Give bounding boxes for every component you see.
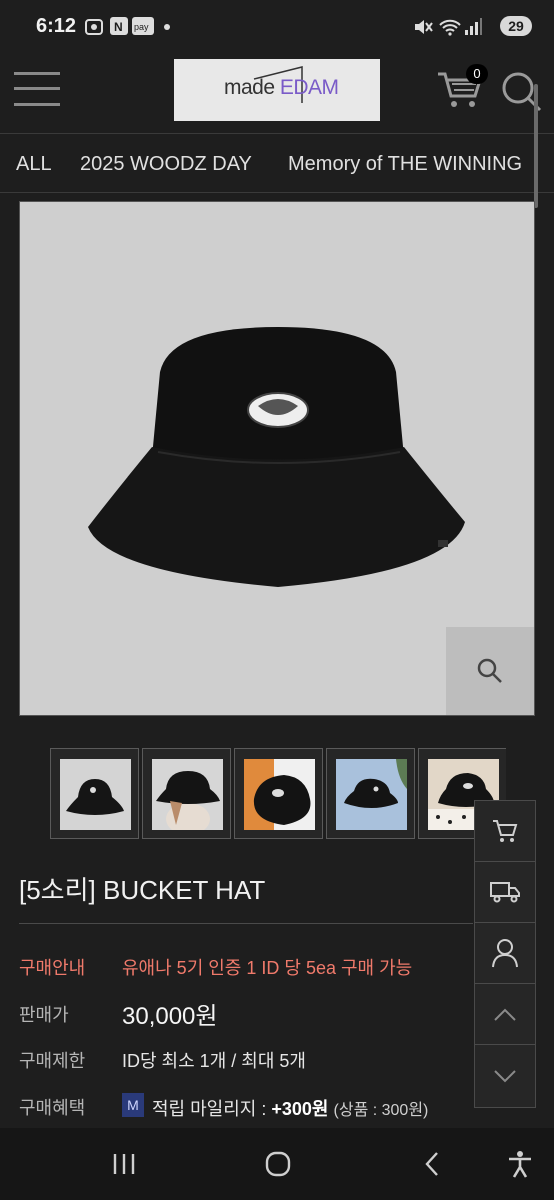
logo-text: made EDAM — [224, 76, 339, 100]
floating-sidebar — [474, 800, 536, 1108]
signal-icon — [465, 18, 482, 35]
thumbnail-1[interactable] — [50, 748, 139, 839]
accessibility-icon[interactable] — [506, 1150, 534, 1178]
logo-edam: EDAM — [279, 76, 339, 99]
thumb-closeup-image — [244, 759, 311, 830]
system-nav-bar — [0, 1128, 554, 1200]
mileage-amount: +300원 — [271, 1099, 329, 1119]
battery-level: 29 — [500, 16, 532, 36]
thumbnail-strip — [50, 748, 506, 840]
thumb-model-image — [156, 771, 220, 830]
thumb-outdoor-image — [336, 759, 407, 830]
thumbnail-3[interactable] — [234, 748, 323, 839]
product-title: [5소리] BUCKET HAT — [19, 875, 266, 905]
truck-icon — [490, 882, 520, 903]
pay-icon: pay — [132, 17, 154, 35]
user-icon — [492, 939, 518, 968]
mute-icon — [415, 20, 433, 34]
thumbnail-2[interactable] — [142, 748, 231, 839]
chevron-up-icon — [494, 1008, 516, 1021]
scrollbar[interactable] — [534, 84, 538, 208]
cart-count-badge: 0 — [466, 64, 488, 84]
mileage-label: 적립 마일리지 : — [152, 1099, 267, 1119]
thumb-hat-image — [66, 779, 124, 815]
recent-apps-icon[interactable] — [111, 1150, 137, 1178]
price-label: 판매가 — [19, 1005, 69, 1025]
cart-icon — [493, 820, 518, 842]
mileage-info: 적립 마일리지 : +300원 (상품 : 300원) — [152, 1095, 428, 1121]
product-main-image[interactable] — [19, 201, 535, 716]
back-icon[interactable] — [422, 1150, 442, 1178]
purchase-guide-label: 구매안내 — [19, 958, 86, 978]
zoom-icon — [477, 658, 502, 683]
sidebar-delivery-button[interactable] — [475, 862, 535, 923]
site-logo[interactable]: made EDAM — [174, 59, 380, 121]
title-divider — [19, 923, 473, 924]
price-value: 30,000원 — [122, 1003, 218, 1030]
purchase-limit-value: ID당 최소 1개 / 최대 5개 — [122, 1051, 306, 1071]
svg-text:N: N — [114, 20, 123, 34]
home-icon[interactable] — [264, 1150, 292, 1178]
category-woodz-day[interactable]: 2025 WOODZ DAY — [80, 153, 252, 176]
screenshot-icon — [85, 19, 103, 35]
status-bar: 6:12 N pay 29 — [0, 0, 554, 46]
purchase-limit-label: 구매제한 — [19, 1051, 86, 1071]
naver-icon: N — [110, 17, 128, 35]
status-time: 6:12 — [36, 15, 77, 37]
sidebar-cart-button[interactable] — [475, 801, 535, 862]
logo-made: made — [224, 76, 275, 99]
benefit-label: 구매혜택 — [19, 1098, 86, 1118]
notification-dot-icon — [164, 24, 170, 30]
chevron-down-icon — [494, 1070, 516, 1083]
mileage-detail: (상품 : 300원) — [333, 1102, 429, 1119]
category-all[interactable]: ALL — [16, 153, 52, 176]
category-winning[interactable]: Memory of THE WINNING — [288, 153, 522, 176]
sidebar-account-button[interactable] — [475, 923, 535, 984]
purchase-guide-value: 유애나 5기 인증 1 ID 당 5ea 구매 가능 — [122, 958, 413, 978]
sidebar-scroll-down-button[interactable] — [475, 1045, 535, 1106]
mileage-badge: M — [122, 1093, 144, 1117]
wifi-icon — [439, 19, 461, 36]
thumbnail-4[interactable] — [326, 748, 415, 839]
zoom-button[interactable] — [446, 627, 534, 715]
sidebar-scroll-up-button[interactable] — [475, 984, 535, 1045]
menu-icon[interactable] — [14, 70, 60, 108]
site-header: made EDAM 0 — [0, 46, 554, 134]
svg-text:pay: pay — [134, 22, 149, 32]
category-nav: ALL 2025 WOODZ DAY Memory of THE WINNING — [0, 135, 554, 193]
